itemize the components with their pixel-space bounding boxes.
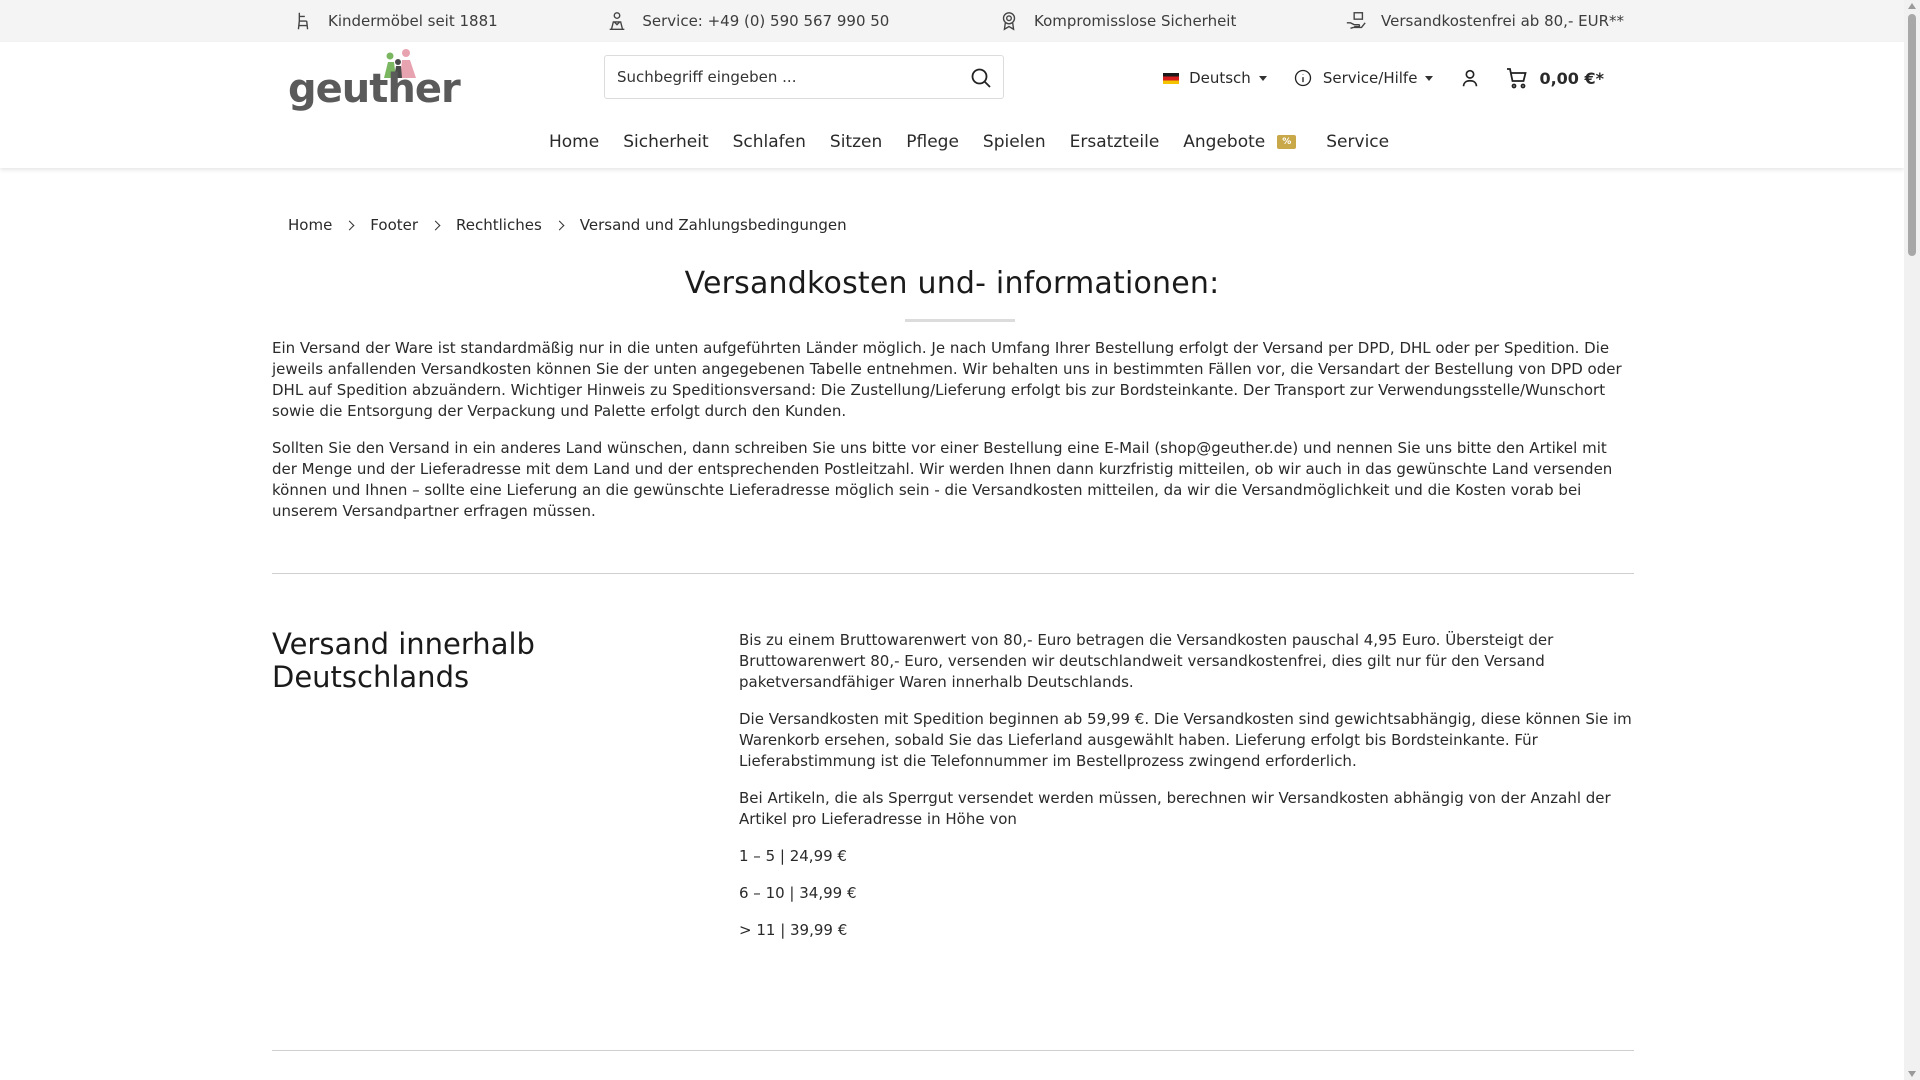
usp-versandkostenfrei: Versandkostenfrei ab 80,- EUR** xyxy=(1345,10,1624,32)
section-title: Versand innerhalb Deutschlands xyxy=(272,627,535,694)
usp-label: Kindermöbel seit 1881 xyxy=(328,12,498,30)
search-input[interactable] xyxy=(617,56,947,98)
title-underline xyxy=(905,319,1015,322)
nav-item-sicherheit[interactable]: Sicherheit xyxy=(623,132,708,152)
cart-button[interactable]: 0,00 €* xyxy=(1505,66,1604,90)
section-divider xyxy=(272,573,1634,574)
breadcrumb-current[interactable]: Versand und Zahlungsbedingungen xyxy=(580,216,847,234)
section-divider xyxy=(272,1050,1634,1051)
breadcrumb-footer[interactable]: Footer xyxy=(370,216,418,234)
award-badge-icon xyxy=(1002,12,1016,31)
page-title: Versandkosten und- informationen: xyxy=(684,266,1220,301)
language-label: Deutsch xyxy=(1189,69,1251,87)
service-person-icon xyxy=(610,12,625,30)
nav-item-angebote[interactable]: Angebote % xyxy=(1183,132,1302,152)
cart-icon xyxy=(1507,68,1528,89)
scroll-down-arrow-icon[interactable] xyxy=(1908,1071,1916,1077)
nav-item-spielen[interactable]: Spielen xyxy=(983,132,1046,152)
intro-paragraph: Sollten Sie den Versand in ein anderes L… xyxy=(272,439,1613,520)
intro-paragraph: Ein Versand der Ware ist standardmäßig n… xyxy=(272,339,1622,420)
price-tier: 6 – 10 | 34,99 € xyxy=(739,884,857,902)
breadcrumb-rechtliches[interactable]: Rechtliches xyxy=(456,216,542,234)
nav-item-service[interactable]: Service xyxy=(1326,132,1389,152)
usp-label: Kompromisslose Sicherheit xyxy=(1034,12,1237,30)
logo-text: geuther xyxy=(288,66,461,112)
account-icon[interactable] xyxy=(1459,67,1481,89)
top-info-bar: Kindermöbel seit 1881 Service: +49 (0) 5… xyxy=(0,0,1904,42)
price-tier: > 11 | 39,99 € xyxy=(739,921,848,939)
info-icon xyxy=(1294,69,1311,87)
section-paragraph: Bei Artikeln, die als Sperrgut versendet… xyxy=(739,789,1611,828)
nav-item-home[interactable]: Home xyxy=(549,132,599,152)
usp-label: Versandkostenfrei ab 80,- EUR** xyxy=(1381,12,1624,30)
header-actions: Deutsch Service/Hilfe 0,00 €* xyxy=(1163,62,1604,94)
price-tier: 1 – 5 | 24,99 € xyxy=(739,847,847,865)
logo[interactable]: geuther xyxy=(288,48,461,112)
breadcrumb-home[interactable]: Home xyxy=(288,216,332,234)
search-box xyxy=(604,55,1004,99)
service-menu[interactable]: Service/Hilfe xyxy=(1293,68,1434,88)
nav-item-ersatzteile[interactable]: Ersatzteile xyxy=(1070,132,1160,152)
service-label: Service/Hilfe xyxy=(1322,69,1418,87)
chevron-right-icon xyxy=(344,220,355,230)
scroll-thumb[interactable] xyxy=(1908,14,1916,256)
scrollbar[interactable] xyxy=(1904,0,1920,1080)
section-paragraph: Bis zu einem Bruttowarenwert von 80,- Eu… xyxy=(739,631,1554,691)
nav-item-pflege[interactable]: Pflege xyxy=(906,132,959,152)
language-switcher[interactable]: Deutsch xyxy=(1163,69,1267,87)
intro-text: Ein Versand der Ware ist standardmäßig n… xyxy=(272,338,1634,538)
sale-badge: % xyxy=(1277,135,1297,149)
chevron-down-icon xyxy=(1258,75,1267,81)
usp-kindermoebel: Kindermöbel seit 1881 xyxy=(292,10,498,32)
chevron-right-icon xyxy=(554,220,565,230)
hand-package-icon xyxy=(1346,12,1366,29)
cart-total: 0,00 €* xyxy=(1539,68,1604,88)
section-body: Bis zu einem Bruttowarenwert von 80,- Eu… xyxy=(739,630,1634,957)
nav-item-angebote-label: Angebote xyxy=(1183,132,1266,152)
high-chair-icon xyxy=(297,12,309,30)
nav-item-schlafen[interactable]: Schlafen xyxy=(733,132,806,152)
nav-item-sitzen[interactable]: Sitzen xyxy=(830,132,882,152)
breadcrumb: Home Footer Rechtliches Versand und Zahl… xyxy=(288,216,847,234)
usp-sicherheit: Kompromisslose Sicherheit xyxy=(998,10,1236,32)
usp-service-phone[interactable]: Service: +49 (0) 590 567 990 50 xyxy=(606,10,889,32)
german-flag-icon xyxy=(1163,72,1180,84)
site-header: geuther Deutsch Service/Hilfe 0,00 €* Ho… xyxy=(0,42,1904,168)
main-navigation: Home Sicherheit Schlafen Sitzen Pflege S… xyxy=(549,128,1413,156)
chevron-right-icon xyxy=(430,220,441,230)
usp-label: Service: +49 (0) 590 567 990 50 xyxy=(642,12,890,30)
chevron-down-icon xyxy=(1425,75,1434,81)
search-icon[interactable] xyxy=(969,66,993,90)
section-paragraph: Die Versandkosten mit Spedition beginnen… xyxy=(739,710,1632,770)
scroll-up-arrow-icon[interactable] xyxy=(1908,3,1916,9)
